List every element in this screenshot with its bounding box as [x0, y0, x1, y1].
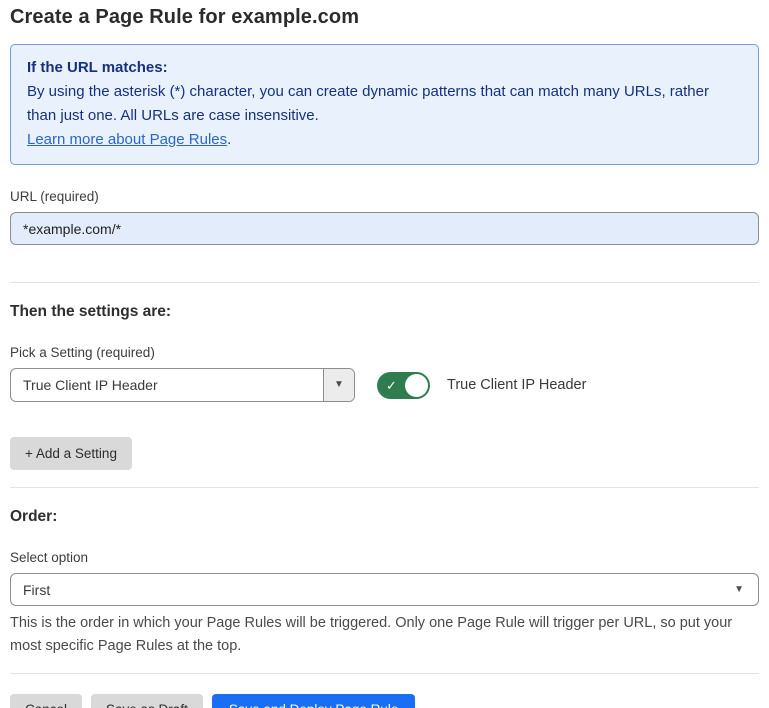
toggle-knob — [405, 374, 428, 397]
setting-select-value: True Client IP Header — [11, 369, 323, 401]
info-box-heading: If the URL matches: — [27, 56, 742, 80]
info-box-link-line: Learn more about Page Rules. — [27, 128, 742, 152]
order-section-heading: Order: — [10, 508, 759, 526]
toggle-label: True Client IP Header — [447, 377, 586, 393]
page-title: Create a Page Rule for example.com — [10, 6, 759, 29]
setting-select[interactable]: True Client IP Header ▼ — [10, 368, 355, 402]
divider — [10, 487, 759, 488]
divider — [10, 673, 759, 674]
url-field-label: URL (required) — [10, 189, 759, 204]
select-option-label: Select option — [10, 550, 759, 565]
add-setting-button[interactable]: + Add a Setting — [10, 437, 132, 470]
footer-buttons: Cancel Save as Draft Save and Deploy Pag… — [10, 694, 759, 708]
url-input[interactable] — [10, 212, 759, 245]
info-box-body: By using the asterisk (*) character, you… — [27, 80, 742, 128]
order-help-text: This is the order in which your Page Rul… — [10, 612, 755, 658]
caret-down-icon: ▼ — [734, 585, 744, 595]
true-client-ip-toggle[interactable]: ✓ — [377, 372, 430, 399]
check-icon: ✓ — [386, 379, 397, 392]
divider — [10, 282, 759, 283]
setting-select-caret-button[interactable]: ▼ — [323, 369, 354, 401]
caret-down-icon: ▼ — [334, 380, 344, 390]
pick-setting-label: Pick a Setting (required) — [10, 345, 759, 360]
order-select-value: First — [23, 582, 50, 598]
create-page-rule-form: Create a Page Rule for example.com If th… — [0, 0, 769, 708]
url-match-info-box: If the URL matches: By using the asteris… — [10, 44, 759, 165]
toggle-group: ✓ True Client IP Header — [377, 372, 586, 399]
settings-section-heading: Then the settings are: — [10, 303, 759, 321]
order-select[interactable]: First ▼ — [10, 573, 759, 606]
save-deploy-button[interactable]: Save and Deploy Page Rule — [212, 694, 416, 708]
save-draft-button[interactable]: Save as Draft — [91, 694, 203, 708]
link-suffix: . — [227, 131, 231, 148]
setting-row: True Client IP Header ▼ ✓ True Client IP… — [10, 368, 759, 402]
cancel-button[interactable]: Cancel — [10, 694, 82, 708]
learn-more-link[interactable]: Learn more about Page Rules — [27, 131, 227, 148]
